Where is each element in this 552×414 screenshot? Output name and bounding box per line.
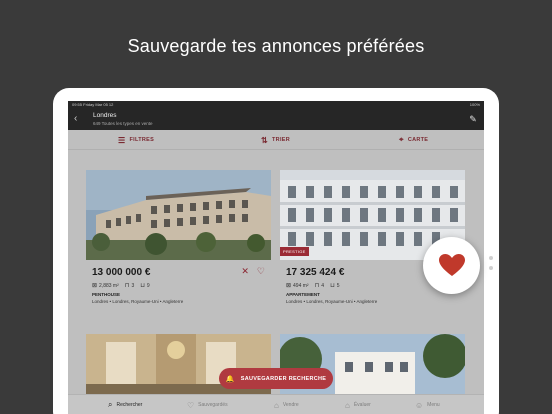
area-icon: ⊠ (92, 283, 98, 289)
listing-type: APPARTEMENT (286, 292, 320, 297)
tab-sell[interactable]: ⌂ Vendre (274, 399, 299, 411)
search-summary: 649 Toutes les types en vente (93, 121, 153, 126)
tab-label: Sauvegardés (198, 402, 228, 408)
tab-search[interactable]: ⌕ Rechercher (108, 399, 142, 411)
listing-price: 17 325 424 € (286, 267, 345, 278)
status-time: 09:55 Friday Mar 05 12 (72, 102, 114, 107)
tab-label: Vendre (282, 402, 299, 408)
card-actions: ✕ ♡ (241, 266, 265, 276)
page-dots (489, 256, 493, 276)
prestige-badge: PRESTIGE (280, 247, 309, 256)
listing-area: 494 m² (293, 282, 309, 289)
tab-label: Évaluer (353, 402, 371, 408)
sliders-icon: ☰ (118, 135, 126, 145)
map-pin-icon: ⌖ (399, 135, 404, 144)
search-city[interactable]: Londres (93, 112, 117, 119)
status-bar: 09:55 Friday Mar 05 12 100% (68, 101, 484, 109)
promo-headline: Sauvegarde tes annonces préférées (127, 36, 425, 56)
filters-button[interactable]: ☰ FILTRES (118, 134, 154, 146)
listing-area: 2,883 m² (99, 282, 119, 289)
tab-label: Menu (427, 402, 440, 408)
listing-price: 13 000 000 € (92, 267, 151, 278)
bell-icon: 🔔 (225, 375, 235, 383)
listing-location: Londres • Londres, Royaume-Uni • Anglete… (286, 299, 378, 304)
page-dot (489, 266, 493, 270)
page-dot (489, 256, 493, 260)
edit-pencil-icon[interactable]: ✎ (467, 113, 479, 125)
search-icon: ⌕ (108, 400, 113, 409)
listing-photo[interactable] (86, 170, 271, 260)
tab-evaluate[interactable]: ⌂ Évaluer (345, 399, 371, 411)
area-icon: ⊠ (286, 283, 292, 289)
map-button[interactable]: ⌖ CARTE (399, 134, 428, 146)
bath-icon: ⊔ (140, 283, 145, 289)
heart-outline-icon[interactable]: ♡ (257, 266, 265, 276)
listing-features: ⊠ 494 m² ⊓ 4 ⊔ 5 (286, 282, 340, 290)
heart-filled-icon (438, 253, 465, 276)
back-icon[interactable]: ‹ (74, 113, 84, 125)
tab-saved[interactable]: ♡ Sauvegardés (187, 399, 228, 411)
listing-features: ⊠ 2,883 m² ⊓ 3 ⊔ 9 (92, 282, 150, 290)
listing-beds: 3 (131, 282, 135, 289)
tab-bar: ⌕ Rechercher ♡ Sauvegardés ⌂ Vendre ⌂ Év… (68, 394, 484, 414)
menu-icon: ☺ (415, 400, 424, 410)
favorite-heart-button[interactable] (423, 237, 480, 294)
tag-icon: ⌂ (274, 400, 279, 410)
sort-button[interactable]: ⇅ TRIER (261, 134, 290, 146)
listing-baths: 9 (146, 282, 150, 289)
bed-icon: ⊓ (314, 283, 320, 289)
bath-icon: ⊔ (330, 283, 335, 289)
save-search-button[interactable]: 🔔 SAUVEGARDER RECHERCHE (219, 368, 333, 389)
house-icon: ⌂ (345, 400, 350, 410)
dismiss-icon[interactable]: ✕ (241, 266, 249, 276)
map-label: CARTE (407, 137, 429, 143)
sort-label: TRIER (272, 137, 291, 143)
save-search-label: SAUVEGARDER RECHERCHE (240, 375, 327, 382)
filters-label: FILTRES (129, 137, 155, 143)
tab-label: Rechercher (116, 402, 143, 408)
sort-icon: ⇅ (261, 135, 269, 145)
listing-type: PENTHOUSE (92, 292, 121, 297)
heart-icon: ♡ (187, 400, 195, 410)
listing-location: Londres • Londres, Royaume-Uni • Anglete… (92, 299, 184, 304)
listing-beds: 4 (321, 282, 325, 289)
nav-bar: ‹ Londres 649 Toutes les types en vente … (68, 109, 484, 130)
filter-bar: ☰ FILTRES ⇅ TRIER ⌖ CARTE (68, 130, 484, 150)
bed-icon: ⊓ (124, 283, 130, 289)
listing-baths: 5 (336, 282, 340, 289)
status-battery: 100% (469, 102, 480, 107)
tab-menu[interactable]: ☺ Menu (415, 399, 440, 411)
listing-card[interactable]: 13 000 000 € ✕ ♡ ⊠ 2,883 m² ⊓ 3 ⊔ 9 PENTHOU… (86, 170, 271, 330)
